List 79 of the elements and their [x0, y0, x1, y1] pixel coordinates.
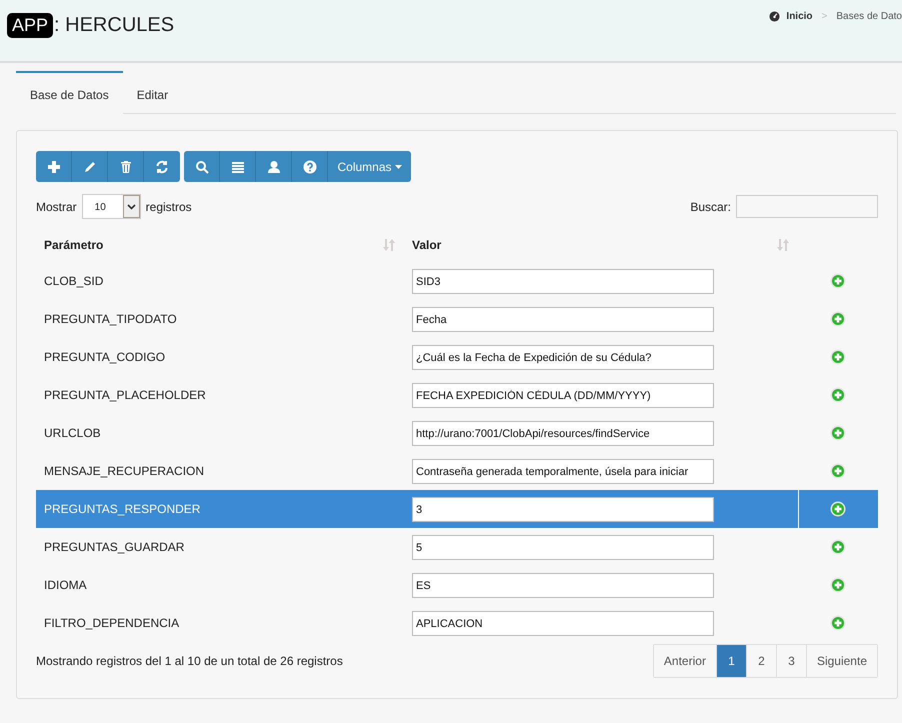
add-button[interactable]	[36, 151, 72, 182]
table-row[interactable]: PREGUNTA_TIPODATO Fecha	[36, 300, 878, 338]
table-row[interactable]: PREGUNTA_CODIGO ¿Cuál es la Fecha de Expedición de su Cédula?	[36, 338, 878, 376]
pagination-button[interactable]: 1	[716, 645, 746, 677]
list-icon	[230, 160, 244, 174]
refresh-button[interactable]	[144, 151, 180, 182]
table-info: Mostrando registros del 1 al 10 de un total de 26 registros	[36, 654, 343, 668]
records-label: registros	[146, 200, 192, 214]
breadcrumb-separator: >	[822, 11, 828, 22]
add-circle-icon[interactable]	[830, 387, 846, 403]
column-header[interactable]: Valor	[404, 227, 798, 262]
sort-icon	[382, 238, 396, 252]
help-icon	[302, 160, 316, 174]
pencil-icon	[82, 160, 96, 174]
app-logo: APP	[7, 13, 54, 38]
add-circle-icon[interactable]	[830, 501, 846, 517]
add-circle-icon[interactable]	[830, 463, 846, 479]
tab[interactable]: Editar	[122, 73, 182, 114]
value-field[interactable]: 5	[412, 534, 714, 560]
user-button[interactable]	[256, 151, 292, 182]
add-circle-icon[interactable]	[830, 273, 846, 289]
help-button[interactable]	[292, 151, 328, 182]
parameter-name: URLCLOB	[44, 426, 101, 440]
dashboard-icon	[769, 11, 780, 22]
parameter-name: FILTRO_DEPENDENCIA	[44, 616, 180, 630]
value-field[interactable]: http://urano:7001/ClobApi/resources/findService	[412, 420, 714, 446]
parameter-name: PREGUNTAS_GUARDAR	[44, 540, 184, 554]
parameter-name: PREGUNTA_TIPODATO	[44, 312, 177, 326]
search-field[interactable]	[736, 195, 878, 218]
parameter-name: CLOB_SID	[44, 274, 104, 288]
search-icon	[194, 160, 208, 174]
table-row[interactable]: PREGUNTAS_RESPONDER 3	[36, 490, 878, 528]
tab[interactable]: Base de Datos	[16, 71, 123, 114]
add-circle-icon[interactable]	[830, 577, 846, 593]
search-label: Buscar:	[690, 200, 731, 214]
table-row[interactable]: CLOB_SID SID3	[36, 262, 878, 300]
value-field[interactable]: APLICACION	[412, 610, 714, 636]
trash-icon	[118, 160, 132, 174]
value-field[interactable]: 3	[412, 496, 714, 522]
value-field[interactable]: ES	[412, 572, 714, 598]
column-title: Valor	[412, 238, 442, 252]
columns-dropdown[interactable]: Columnas	[328, 151, 411, 182]
chevron-icon	[126, 204, 136, 210]
search-button[interactable]	[184, 151, 220, 182]
column-header[interactable]: Parámetro	[36, 227, 404, 262]
add-circle-icon[interactable]	[830, 311, 846, 327]
parameter-name: IDIOMA	[44, 578, 87, 592]
value-field[interactable]: SID3	[412, 268, 714, 294]
column-title: Parámetro	[44, 238, 104, 252]
list-button[interactable]	[220, 151, 256, 182]
breadcrumb-link[interactable]: Inicio	[786, 11, 813, 22]
parameter-name: PREGUNTA_CODIGO	[44, 350, 166, 364]
table-row[interactable]: IDIOMA ES	[36, 566, 878, 604]
plus-icon	[46, 160, 60, 174]
parameter-name: PREGUNTA_PLACEHOLDER	[44, 388, 206, 402]
pagination-button[interactable]: Siguiente	[806, 645, 877, 677]
user-icon	[266, 160, 280, 174]
parameter-name: PREGUNTAS_RESPONDER	[44, 502, 200, 516]
add-circle-icon[interactable]	[830, 349, 846, 365]
table-row[interactable]: FILTRO_DEPENDENCIA APLICACION	[36, 604, 878, 642]
delete-button[interactable]	[108, 151, 144, 182]
value-field[interactable]: Contraseña generada temporalmente, úsela para iniciar	[412, 458, 714, 484]
table-row[interactable]: URLCLOB http://urano:7001/ClobApi/resources/findService	[36, 414, 878, 452]
page-size-select[interactable]: 10	[82, 194, 141, 219]
add-circle-icon[interactable]	[830, 539, 846, 555]
value-field[interactable]: Fecha	[412, 306, 714, 332]
table-row[interactable]: PREGUNTAS_GUARDAR 5	[36, 528, 878, 566]
table-row[interactable]: MENSAJE_RECUPERACION Contraseña generada temporalmente, úsela para iniciar	[36, 452, 878, 490]
caret-icon	[394, 164, 402, 168]
add-circle-icon[interactable]	[830, 615, 846, 631]
add-circle-icon[interactable]	[830, 425, 846, 441]
show-label: Mostrar	[36, 200, 77, 214]
sort-icon	[776, 238, 790, 252]
page-title: : HERCULES	[54, 14, 174, 37]
refresh-icon	[155, 160, 169, 174]
parameter-name: MENSAJE_RECUPERACION	[44, 464, 204, 478]
edit-button[interactable]	[72, 151, 108, 182]
breadcrumb-link[interactable]: Bases de Dato	[836, 11, 902, 22]
value-field[interactable]: ¿Cuál es la Fecha de Expedición de su Cédula?	[412, 344, 714, 370]
